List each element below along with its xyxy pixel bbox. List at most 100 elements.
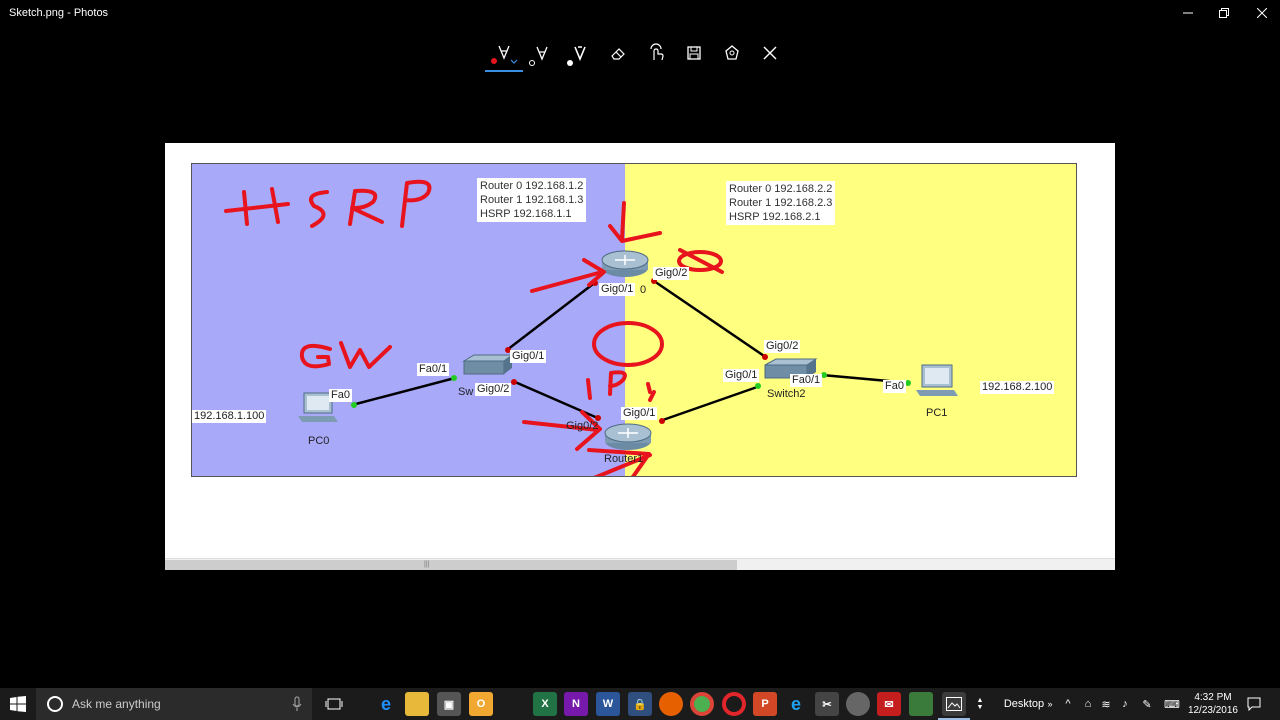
taskbar: Ask me anything e ▣ O X N W 🔒 P e ✂ ✉ ▲ ▼… bbox=[0, 688, 1280, 720]
calligraphy-pen-icon bbox=[574, 46, 586, 62]
horizontal-scrollbar[interactable]: ||| bbox=[165, 558, 1115, 570]
edge-icon[interactable]: e bbox=[374, 692, 398, 716]
minimize-button[interactable] bbox=[1170, 0, 1206, 26]
photos-icon[interactable] bbox=[938, 692, 970, 720]
topology-drawing bbox=[224, 179, 958, 476]
chevron-right-icon[interactable]: » bbox=[1044, 688, 1056, 720]
desktop-toolbar[interactable]: Desktop bbox=[1000, 688, 1048, 720]
restore-button[interactable] bbox=[1206, 0, 1242, 26]
status-dot bbox=[351, 402, 357, 408]
firefox-icon[interactable] bbox=[659, 692, 683, 716]
store-icon[interactable]: ▣ bbox=[437, 692, 461, 716]
left-address-note: Router 0 192.168.1.2 Router 1 192.168.1.… bbox=[477, 178, 587, 222]
ink-letter-r bbox=[348, 188, 384, 226]
link-router1-switch2 bbox=[659, 384, 761, 423]
status-dot bbox=[659, 418, 665, 424]
snipping-tool-icon[interactable]: ✂ bbox=[815, 692, 839, 716]
status-dot bbox=[755, 383, 761, 389]
calligraphy-pen-tool[interactable] bbox=[561, 34, 599, 72]
scroll-arrows[interactable]: ▲ ▼ bbox=[974, 688, 986, 720]
pc1-label: PC1 bbox=[926, 407, 948, 419]
excel-icon[interactable]: X bbox=[533, 692, 557, 716]
mail-icon[interactable]: ✉ bbox=[877, 692, 901, 716]
clock[interactable]: 4:32 PM 12/23/2016 bbox=[1188, 691, 1238, 717]
keyboard-icon[interactable]: ⌨ bbox=[1162, 688, 1182, 720]
close-window-button[interactable] bbox=[1244, 0, 1280, 26]
action-center-button[interactable] bbox=[1244, 688, 1264, 720]
notification-icon bbox=[1247, 697, 1261, 711]
link-switch1-router0 bbox=[506, 280, 598, 351]
white-color-dot bbox=[567, 60, 573, 66]
window-title: Sketch.png - Photos bbox=[9, 7, 109, 19]
pencil-tool[interactable] bbox=[523, 34, 561, 72]
port-label: Fa0 bbox=[329, 389, 352, 402]
word-icon[interactable]: W bbox=[596, 692, 620, 716]
chrome-icon[interactable] bbox=[690, 692, 714, 716]
start-button[interactable] bbox=[0, 688, 36, 720]
onenote-icon[interactable]: N bbox=[564, 692, 588, 716]
ink-letter-w bbox=[339, 341, 392, 369]
port-label: Gig0/1 bbox=[723, 369, 760, 382]
clock-time: 4:32 PM bbox=[1194, 692, 1232, 703]
keepass-icon[interactable]: 🔒 bbox=[628, 692, 652, 716]
scrollbar-thumb[interactable]: ||| bbox=[165, 560, 737, 570]
network-app-icon[interactable] bbox=[909, 692, 933, 716]
task-view-icon bbox=[325, 698, 343, 710]
port-label: Fa0/1 bbox=[417, 363, 450, 376]
close-icon bbox=[1257, 8, 1267, 18]
touch-writing-icon bbox=[650, 43, 664, 61]
router0-label: 0 bbox=[640, 284, 647, 296]
port-label: Gig0/2 bbox=[653, 267, 690, 280]
wifi-icon[interactable]: ≋ bbox=[1098, 688, 1114, 720]
outlook-icon[interactable]: O bbox=[469, 692, 493, 716]
task-view-button[interactable] bbox=[322, 692, 346, 716]
ink-circle-large bbox=[592, 321, 664, 367]
title-bar: Sketch.png - Photos bbox=[0, 0, 1280, 26]
microphone-icon bbox=[292, 696, 302, 711]
ink-letter-h bbox=[224, 187, 290, 226]
paint-icon[interactable] bbox=[846, 692, 870, 716]
port-label: Gig0/1 bbox=[621, 407, 658, 420]
port-label: Gig0/2 bbox=[764, 340, 801, 353]
ballpoint-pen-tool[interactable] bbox=[485, 34, 523, 72]
close-ink-tool[interactable] bbox=[751, 34, 789, 72]
switch1-label: Sw bbox=[458, 386, 474, 398]
network-icon[interactable]: ⌂ bbox=[1080, 688, 1096, 720]
powerpoint-icon[interactable]: P bbox=[753, 692, 777, 716]
port-label: Fa0/1 bbox=[790, 374, 823, 387]
windows-logo-icon bbox=[10, 696, 26, 712]
link-pc0-switch1 bbox=[351, 376, 456, 407]
opera-icon[interactable] bbox=[722, 692, 746, 716]
link-router0-switch2 bbox=[653, 279, 768, 360]
switch1-icon bbox=[462, 354, 514, 375]
share-tool[interactable] bbox=[713, 34, 751, 72]
chevron-up-icon[interactable]: ^ bbox=[1060, 688, 1076, 720]
search-placeholder: Ask me anything bbox=[72, 697, 161, 711]
red-color-dot bbox=[491, 58, 497, 64]
touch-writing-tool[interactable] bbox=[637, 34, 675, 72]
folder-icon[interactable] bbox=[405, 692, 429, 716]
eraser-tool[interactable] bbox=[599, 34, 637, 72]
eraser-icon bbox=[611, 48, 625, 60]
ink-arrow-router0 bbox=[530, 258, 606, 293]
cortana-search[interactable]: Ask me anything bbox=[36, 688, 312, 720]
status-dot bbox=[511, 379, 517, 385]
minimize-icon bbox=[1183, 12, 1193, 14]
port-label: Gig0/2 bbox=[566, 420, 599, 432]
network-links bbox=[351, 279, 911, 423]
pen-icon[interactable]: ✎ bbox=[1138, 688, 1156, 720]
status-dot bbox=[451, 375, 457, 381]
volume-icon[interactable]: ♪ bbox=[1116, 688, 1134, 720]
status-dot bbox=[762, 354, 768, 360]
pencil-icon bbox=[536, 46, 548, 61]
close-icon bbox=[763, 46, 777, 60]
pc1-address: 192.168.2.100 bbox=[980, 381, 1055, 394]
save-tool[interactable] bbox=[675, 34, 713, 72]
ink-letter-s bbox=[309, 190, 329, 228]
ie-icon[interactable]: e bbox=[784, 692, 808, 716]
restore-icon bbox=[1219, 8, 1229, 18]
router0-icon bbox=[601, 250, 649, 277]
ink-toolbar bbox=[485, 34, 789, 74]
ink-arrow-down bbox=[608, 201, 662, 243]
switch2-label: Switch2 bbox=[767, 388, 806, 400]
